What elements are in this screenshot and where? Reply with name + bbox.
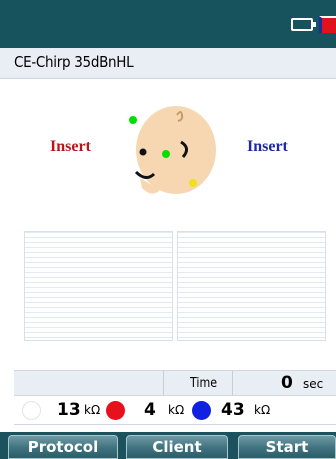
right-waveform-panel (177, 231, 326, 341)
status-bar (0, 0, 336, 48)
left-waveform-panel (24, 231, 173, 341)
left-ear-label: Insert (50, 138, 91, 155)
blue-impedance-value: 43 (221, 400, 245, 420)
time-row: Time 0 sec (14, 370, 336, 396)
start-button[interactable]: Start (238, 435, 336, 459)
electrode-top (129, 116, 137, 124)
time-unit: sec (303, 377, 324, 391)
divider (163, 371, 164, 396)
protocol-button[interactable]: Protocol (8, 435, 118, 459)
red-impedance-unit: kΩ (168, 403, 185, 417)
client-button[interactable]: Client (126, 435, 228, 459)
time-value: 0 (281, 373, 293, 393)
right-ear-label: Insert (247, 138, 288, 155)
head-electrode-icon (129, 106, 216, 194)
battery-icon (291, 18, 316, 31)
page-title: CE-Chirp 35dBnHL (14, 53, 134, 71)
red-impedance-value: 4 (144, 400, 156, 420)
flag-icon (319, 16, 336, 33)
time-label: Time (190, 376, 218, 391)
white-impedance-unit: kΩ (84, 403, 101, 417)
button-bar: Protocol Client Start (0, 432, 336, 459)
electrode-forehead (162, 150, 170, 158)
red-electrode-dot (106, 401, 125, 420)
white-impedance-value: 13 (57, 400, 81, 420)
blue-impedance-unit: kΩ (254, 403, 271, 417)
impedance-row: 13 kΩ 4 kΩ 43 kΩ (14, 395, 336, 425)
head-shape (136, 106, 216, 194)
electrode-neck (189, 179, 197, 187)
divider (232, 371, 233, 396)
blue-electrode-dot (192, 401, 211, 420)
page-title-bar: CE-Chirp 35dBnHL (0, 48, 336, 79)
eye (139, 148, 147, 156)
white-electrode-dot (22, 401, 41, 420)
